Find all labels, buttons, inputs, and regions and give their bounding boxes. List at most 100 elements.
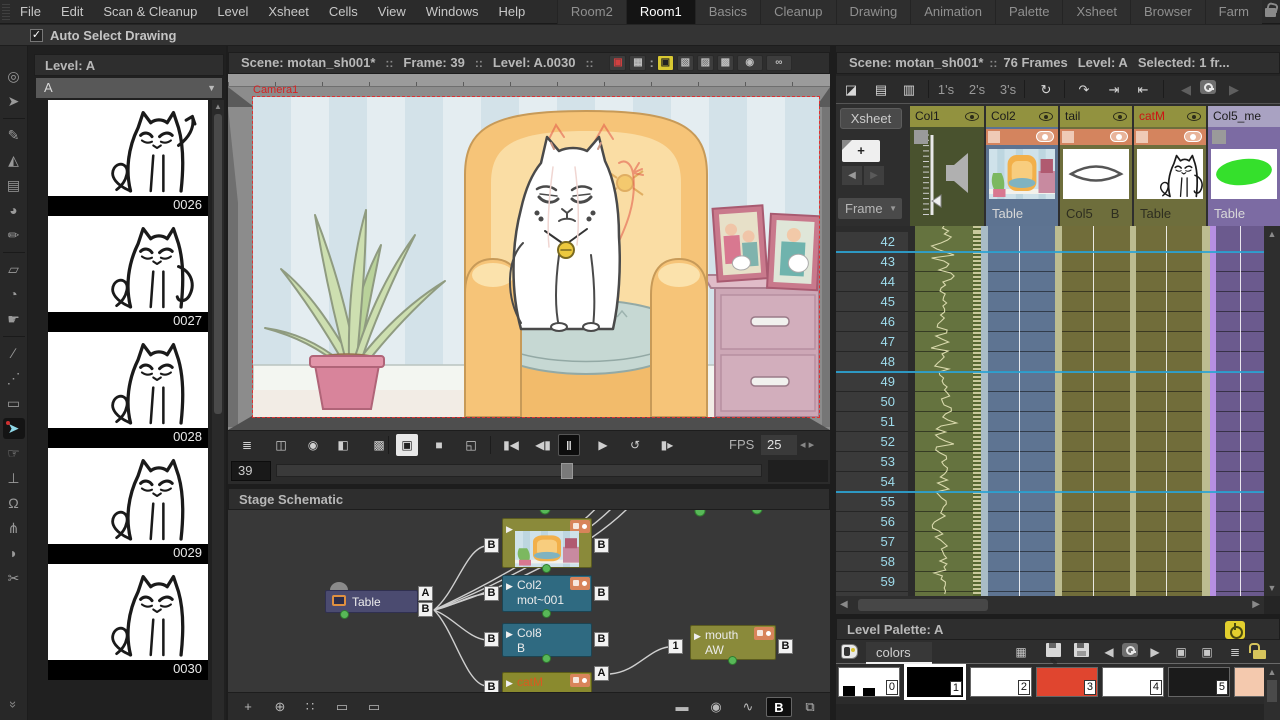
- frame-drawing[interactable]: [48, 448, 208, 544]
- tool-cutter-tool[interactable]: ✂: [3, 568, 25, 589]
- render-port[interactable]: [542, 564, 551, 573]
- row-42[interactable]: 42: [836, 232, 908, 252]
- paste-cells-icon[interactable]: ▤: [871, 80, 891, 100]
- grid-layout-icon[interactable]: ∷: [300, 697, 320, 717]
- level-frame-0027[interactable]: 0027: [48, 216, 208, 332]
- row-57[interactable]: 57: [836, 532, 908, 552]
- row-58[interactable]: 58: [836, 552, 908, 572]
- eye-icon[interactable]: [1113, 112, 1127, 121]
- menu-view[interactable]: View: [368, 0, 416, 24]
- load-out-icon[interactable]: ⇤: [1133, 80, 1153, 100]
- key-icon[interactable]: [1121, 643, 1139, 661]
- play-button[interactable]: ▶: [592, 434, 614, 456]
- power-toggle-icon[interactable]: [1225, 621, 1245, 639]
- save-palette-as-icon[interactable]: [1044, 643, 1062, 661]
- fps-spinner[interactable]: ◂ ▸: [800, 435, 814, 455]
- tool-pump-tool[interactable]: ⊥: [3, 468, 25, 489]
- room-tab-room1[interactable]: Room1: [625, 0, 695, 24]
- room-tab-drawing[interactable]: Drawing: [835, 0, 911, 24]
- table-view-icon[interactable]: ▦: [629, 55, 647, 71]
- repeat-icon[interactable]: ↷: [1074, 80, 1094, 100]
- schematic-node-mouth[interactable]: ▶ mouth AW: [690, 625, 776, 660]
- node-toggle-icons[interactable]: [570, 577, 590, 590]
- schematic-node-bg[interactable]: ▶: [502, 518, 592, 568]
- column-header-col2[interactable]: Col2 Table: [986, 106, 1058, 226]
- switch-output-button[interactable]: B: [766, 697, 792, 717]
- first-frame-button[interactable]: ▮◀: [500, 434, 522, 456]
- scroll-right-icon[interactable]: ▶: [1252, 596, 1260, 614]
- compare-snapshot-icon[interactable]: ◧: [332, 434, 354, 456]
- new-style-icon[interactable]: ▣: [1172, 643, 1190, 661]
- menu-edit[interactable]: Edit: [51, 0, 93, 24]
- room-tab-cleanup[interactable]: Cleanup: [760, 0, 836, 24]
- catm-cells[interactable]: [1136, 226, 1202, 596]
- port-b[interactable]: B: [484, 632, 499, 647]
- auto-select-checkbox[interactable]: ✓: [30, 28, 43, 42]
- rooms-lock-icon[interactable]: [1265, 8, 1276, 17]
- next-frame-icon[interactable]: ▶: [864, 166, 884, 185]
- port-a[interactable]: A: [418, 586, 433, 601]
- next-piece-button[interactable]: ▮▸: [656, 434, 678, 456]
- scrollbar-handle[interactable]: [858, 599, 988, 611]
- frame-slider-handle[interactable]: [561, 463, 573, 479]
- port-b[interactable]: B: [484, 586, 499, 601]
- grid-view-icon[interactable]: ▦: [1012, 643, 1030, 661]
- freeze-palette-icon[interactable]: [1248, 643, 1268, 661]
- camera-view-mode[interactable]: ▣: [396, 434, 418, 456]
- paste-numbers-icon[interactable]: ▥: [899, 80, 919, 100]
- frame-dropdown[interactable]: Frame ▼: [838, 198, 902, 219]
- render-port[interactable]: [542, 654, 551, 663]
- column-thumbnail[interactable]: [1137, 149, 1203, 199]
- camera3d-view-icon[interactable]: ▨: [696, 55, 714, 71]
- palette-style-0[interactable]: 0: [838, 667, 900, 697]
- menu-help[interactable]: Help: [488, 0, 535, 24]
- row-48[interactable]: 48: [836, 352, 908, 372]
- column-thumbnail[interactable]: [1063, 149, 1129, 199]
- tool-type-tool[interactable]: ▤: [3, 175, 25, 196]
- schematic-canvas[interactable]: Table A B ▶ B B ▶ Col2 mot~001 B B ▶ Col…: [228, 510, 830, 692]
- render-port[interactable]: [728, 656, 737, 665]
- column-header-tail[interactable]: tail Col5 B: [1060, 106, 1132, 226]
- xsheet-button[interactable]: Xsheet: [840, 108, 902, 129]
- level-frame-0030[interactable]: 0030: [48, 564, 208, 680]
- palette-style-4[interactable]: 4: [1102, 667, 1164, 697]
- subcamera-view-mode[interactable]: ◱: [460, 434, 482, 456]
- frame-drawing[interactable]: [48, 216, 208, 312]
- tool-fill-tool[interactable]: ◕: [3, 200, 25, 221]
- column-filter-bar[interactable]: [1134, 129, 1206, 145]
- schematic-node-col2[interactable]: ▶ Col2 mot~001: [502, 575, 592, 612]
- step-2s-button[interactable]: 2's: [967, 80, 987, 100]
- tool-animate-tool[interactable]: ◎: [3, 66, 25, 87]
- key-icon[interactable]: [1198, 80, 1218, 100]
- row-44[interactable]: 44: [836, 272, 908, 292]
- column-header-col1[interactable]: Col1: [910, 106, 984, 226]
- tool-selection-tool[interactable]: ➤: [3, 91, 25, 112]
- spline-icon[interactable]: ∿: [738, 697, 758, 717]
- menu-scan-cleanup[interactable]: Scan & Cleanup: [93, 0, 207, 24]
- step-3s-button[interactable]: 3's: [998, 80, 1018, 100]
- scrollbar-handle[interactable]: [214, 114, 222, 414]
- prev-frame-button[interactable]: ◀▮: [532, 434, 554, 456]
- column-header-col5_me[interactable]: Col5_me Table: [1208, 106, 1280, 226]
- xsheet-hscrollbar[interactable]: ◀ ▶: [836, 596, 1264, 614]
- camera-box-icon[interactable]: ▣: [609, 55, 627, 71]
- frame-drawing[interactable]: [48, 332, 208, 428]
- row-53[interactable]: 53: [836, 452, 908, 472]
- vcr-preview-icon[interactable]: ∞: [765, 55, 792, 71]
- histogram-eye-icon[interactable]: ◉: [736, 55, 763, 71]
- viewer-canvas[interactable]: Camera1: [228, 74, 830, 430]
- menu-cells[interactable]: Cells: [319, 0, 368, 24]
- port-b[interactable]: B: [778, 639, 793, 654]
- palette-style-5[interactable]: 5: [1168, 667, 1230, 697]
- port-b[interactable]: B: [594, 538, 609, 553]
- load-in-icon[interactable]: ⇥: [1104, 80, 1124, 100]
- tool-tape-tool[interactable]: ◔: [3, 284, 25, 305]
- style-list-icon[interactable]: ≣: [1226, 643, 1244, 661]
- row-47[interactable]: 47: [836, 332, 908, 352]
- tool-skeleton-tool[interactable]: ⋔: [3, 518, 25, 539]
- menu-xsheet[interactable]: Xsheet: [258, 0, 318, 24]
- room-tab-farm[interactable]: Farm: [1204, 0, 1262, 24]
- tool-rgb-picker-tool[interactable]: ⋰: [3, 368, 25, 389]
- motion-path-icon[interactable]: ▭: [364, 697, 384, 717]
- level-dropdown[interactable]: A ▼: [36, 78, 222, 98]
